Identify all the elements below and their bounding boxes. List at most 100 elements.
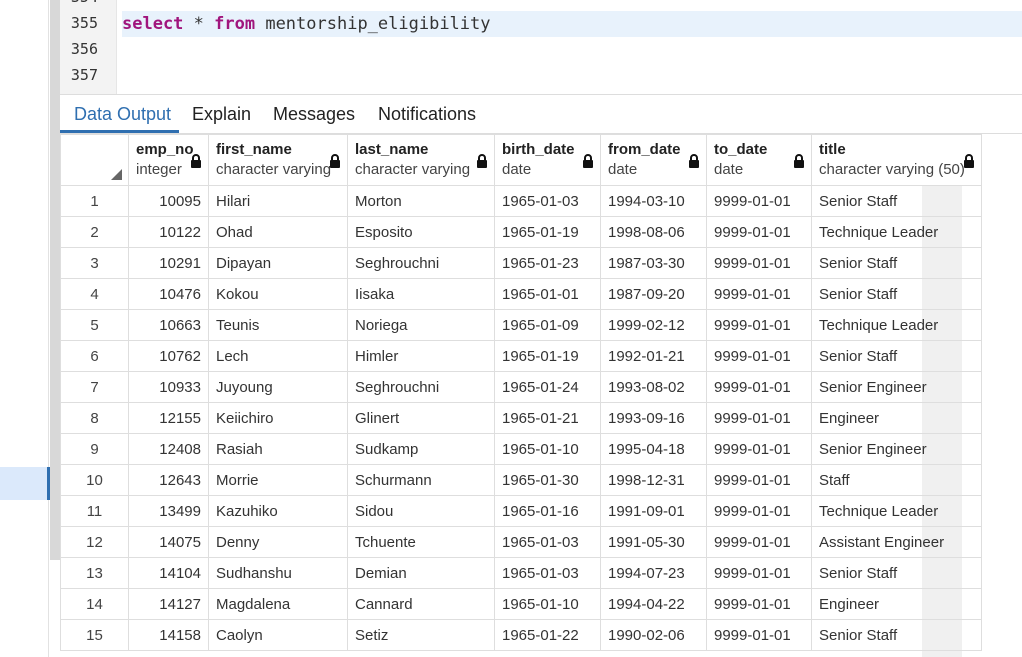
row-number[interactable]: 9 — [60, 433, 129, 465]
table-cell[interactable]: Sudhanshu — [208, 557, 348, 589]
table-cell[interactable]: Setiz — [347, 619, 495, 651]
table-cell[interactable]: 1965-01-16 — [494, 495, 601, 527]
table-cell[interactable]: 1965-01-19 — [494, 216, 601, 248]
table-cell[interactable]: 1987-09-20 — [600, 278, 707, 310]
current-code-line[interactable]: select * from mentorship_eligibility — [122, 11, 1022, 37]
row-number[interactable]: 1 — [60, 185, 129, 217]
tab-data-output[interactable]: Data Output — [74, 104, 171, 125]
table-row[interactable]: 6 10762 Lech Himler 1965-01-19 1992-01-21 9999… — [60, 340, 982, 372]
table-row[interactable]: 1 10095 Hilari Morton 1965-01-03 1994-03-10 99… — [60, 185, 982, 217]
table-cell[interactable]: 1965-01-30 — [494, 464, 601, 496]
table-cell[interactable]: Technique Leader — [811, 216, 982, 248]
table-cell[interactable]: Iisaka — [347, 278, 495, 310]
table-cell[interactable]: Senior Staff — [811, 278, 982, 310]
table-cell[interactable]: Dipayan — [208, 247, 348, 279]
table-cell[interactable]: 10933 — [128, 371, 209, 403]
table-cell[interactable]: 1993-08-02 — [600, 371, 707, 403]
table-cell[interactable]: Morrie — [208, 464, 348, 496]
table-cell[interactable]: 1987-03-30 — [600, 247, 707, 279]
table-cell[interactable]: 9999-01-01 — [706, 495, 812, 527]
table-cell[interactable]: Kokou — [208, 278, 348, 310]
table-row[interactable]: 9 12408 Rasiah Sudkamp 1965-01-10 1995-04-18 9… — [60, 433, 982, 465]
table-cell[interactable]: 10663 — [128, 309, 209, 341]
table-cell[interactable]: Noriega — [347, 309, 495, 341]
column-header-last-name[interactable]: last_name character varying — [347, 134, 495, 186]
table-cell[interactable]: 1991-05-30 — [600, 526, 707, 558]
table-cell[interactable]: 1991-09-01 — [600, 495, 707, 527]
table-cell[interactable]: 1965-01-01 — [494, 278, 601, 310]
table-cell[interactable]: 1998-08-06 — [600, 216, 707, 248]
table-cell[interactable]: 1965-01-21 — [494, 402, 601, 434]
column-header-title[interactable]: title character varying (50) — [811, 134, 982, 186]
table-cell[interactable]: Ohad — [208, 216, 348, 248]
table-row[interactable]: 3 10291 Dipayan Seghrouchni 1965-01-23 1987-0… — [60, 247, 982, 279]
table-row[interactable]: 10 12643 Morrie Schurmann 1965-01-30 1998-12-… — [60, 464, 982, 496]
table-cell[interactable]: 14075 — [128, 526, 209, 558]
table-cell[interactable]: 1998-12-31 — [600, 464, 707, 496]
table-cell[interactable]: 1965-01-09 — [494, 309, 601, 341]
table-cell[interactable]: 1965-01-10 — [494, 588, 601, 620]
table-cell[interactable]: Teunis — [208, 309, 348, 341]
table-cell[interactable]: Engineer — [811, 588, 982, 620]
table-cell[interactable]: Lech — [208, 340, 348, 372]
tab-messages[interactable]: Messages — [273, 104, 355, 125]
table-row[interactable]: 4 10476 Kokou Iisaka 1965-01-01 1987-09-20 999… — [60, 278, 982, 310]
table-row[interactable]: 12 14075 Denny Tchuente 1965-01-03 1991-05-30… — [60, 526, 982, 558]
table-cell[interactable]: 1994-07-23 — [600, 557, 707, 589]
row-number[interactable]: 6 — [60, 340, 129, 372]
table-cell[interactable]: Demian — [347, 557, 495, 589]
row-number[interactable]: 8 — [60, 402, 129, 434]
table-cell[interactable]: 1994-03-10 — [600, 185, 707, 217]
table-cell[interactable]: 1999-02-12 — [600, 309, 707, 341]
table-cell[interactable]: Seghrouchni — [347, 247, 495, 279]
table-cell[interactable]: 10095 — [128, 185, 209, 217]
table-cell[interactable]: 9999-01-01 — [706, 402, 812, 434]
table-cell[interactable]: Hilari — [208, 185, 348, 217]
table-row[interactable]: 13 14104 Sudhanshu Demian 1965-01-03 1994-07-… — [60, 557, 982, 589]
column-header-first-name[interactable]: first_name character varying — [208, 134, 348, 186]
table-row[interactable]: 5 10663 Teunis Noriega 1965-01-09 1999-02-12 9… — [60, 309, 982, 341]
table-cell[interactable]: Senior Staff — [811, 185, 982, 217]
table-cell[interactable]: Assistant Engineer — [811, 526, 982, 558]
table-cell[interactable]: Juyoung — [208, 371, 348, 403]
table-cell[interactable]: 1965-01-22 — [494, 619, 601, 651]
table-cell[interactable]: Engineer — [811, 402, 982, 434]
table-cell[interactable]: 9999-01-01 — [706, 619, 812, 651]
table-cell[interactable]: Cannard — [347, 588, 495, 620]
table-cell[interactable]: 12643 — [128, 464, 209, 496]
table-cell[interactable]: 9999-01-01 — [706, 371, 812, 403]
table-cell[interactable]: 1993-09-16 — [600, 402, 707, 434]
table-cell[interactable]: 9999-01-01 — [706, 557, 812, 589]
table-cell[interactable]: 9999-01-01 — [706, 588, 812, 620]
table-cell[interactable]: 1965-01-23 — [494, 247, 601, 279]
table-cell[interactable]: 9999-01-01 — [706, 433, 812, 465]
table-cell[interactable]: Technique Leader — [811, 495, 982, 527]
table-cell[interactable]: 12155 — [128, 402, 209, 434]
row-number[interactable]: 12 — [60, 526, 129, 558]
table-cell[interactable]: Morton — [347, 185, 495, 217]
table-row[interactable]: 7 10933 Juyoung Seghrouchni 1965-01-24 1993-0… — [60, 371, 982, 403]
column-header-from-date[interactable]: from_date date — [600, 134, 707, 186]
query-editor[interactable]: 354 355 356 357 select * from mentorship… — [60, 0, 1022, 95]
table-cell[interactable]: 1990-02-06 — [600, 619, 707, 651]
table-cell[interactable]: Kazuhiko — [208, 495, 348, 527]
table-cell[interactable]: 14158 — [128, 619, 209, 651]
table-cell[interactable]: 9999-01-01 — [706, 340, 812, 372]
table-cell[interactable]: 14104 — [128, 557, 209, 589]
row-number[interactable]: 14 — [60, 588, 129, 620]
table-cell[interactable]: 10291 — [128, 247, 209, 279]
row-number[interactable]: 10 — [60, 464, 129, 496]
table-row[interactable]: 15 14158 Caolyn Setiz 1965-01-22 1990-02-06 99… — [60, 619, 982, 651]
table-cell[interactable]: Magdalena — [208, 588, 348, 620]
table-cell[interactable]: Senior Staff — [811, 340, 982, 372]
row-number[interactable]: 11 — [60, 495, 129, 527]
table-cell[interactable]: 12408 — [128, 433, 209, 465]
table-cell[interactable]: 1965-01-03 — [494, 557, 601, 589]
table-cell[interactable]: 1992-01-21 — [600, 340, 707, 372]
column-header-emp-no[interactable]: emp_no integer — [128, 134, 209, 186]
select-all-corner[interactable] — [60, 134, 129, 186]
table-cell[interactable]: 1965-01-19 — [494, 340, 601, 372]
row-number[interactable]: 7 — [60, 371, 129, 403]
table-cell[interactable]: Glinert — [347, 402, 495, 434]
table-cell[interactable]: 9999-01-01 — [706, 309, 812, 341]
